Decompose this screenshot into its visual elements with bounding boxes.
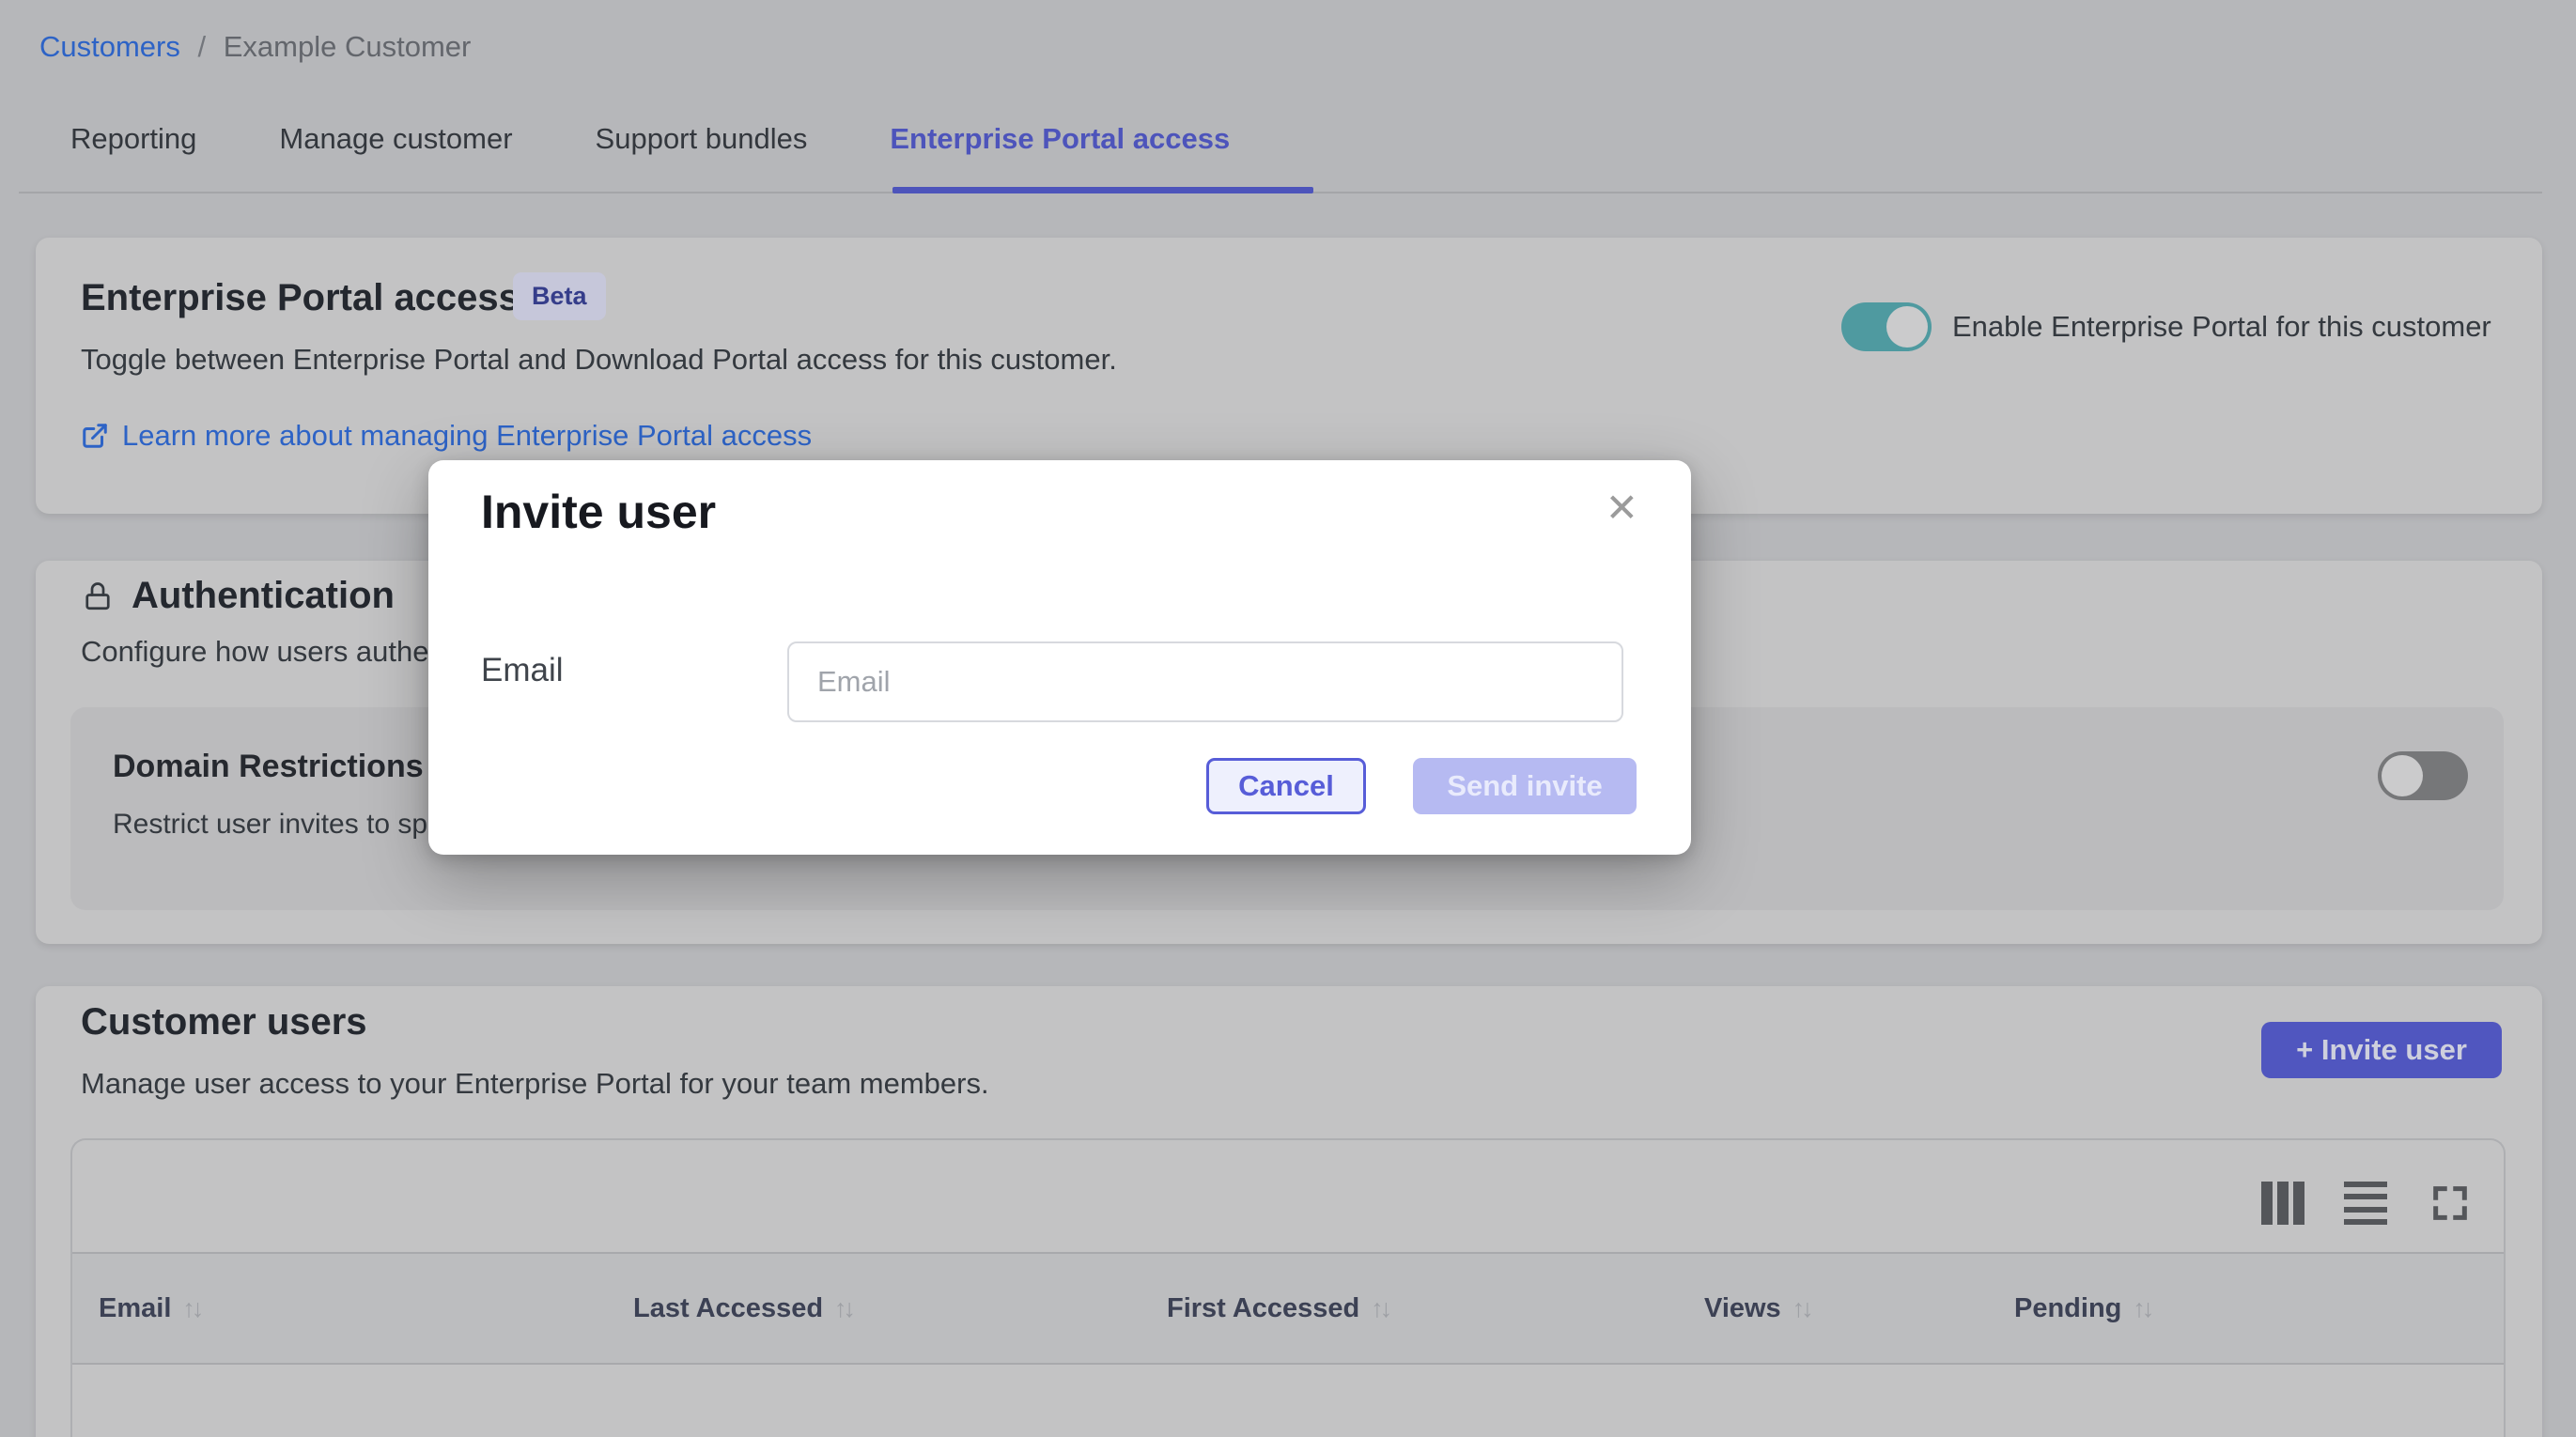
- column-label: Views: [1704, 1293, 1781, 1324]
- send-invite-button[interactable]: Send invite: [1413, 758, 1637, 814]
- breadcrumb-customers-link[interactable]: Customers: [39, 30, 180, 63]
- row-density-icon[interactable]: [2344, 1182, 2387, 1225]
- learn-more-label: Learn more about managing Enterprise Por…: [122, 419, 812, 453]
- lock-icon: [81, 579, 115, 613]
- breadcrumb-separator: /: [198, 30, 207, 63]
- modal-title: Invite user: [481, 485, 716, 539]
- portal-toggle-row: Enable Enterprise Portal for this custom…: [1841, 302, 2491, 351]
- learn-more-link[interactable]: Learn more about managing Enterprise Por…: [81, 419, 812, 453]
- beta-badge: Beta: [513, 272, 606, 320]
- table-toolbar: [72, 1140, 2504, 1252]
- table-header-row: Email ↑↓ Last Accessed ↑↓ First Accessed…: [72, 1252, 2504, 1365]
- cancel-button[interactable]: Cancel: [1206, 758, 1366, 814]
- sort-icon[interactable]: ↑↓: [182, 1294, 200, 1323]
- enable-portal-toggle-label: Enable Enterprise Portal for this custom…: [1952, 310, 2491, 344]
- portal-access-title: Enterprise Portal access: [81, 277, 520, 319]
- customer-users-table: Email ↑↓ Last Accessed ↑↓ First Accessed…: [70, 1138, 2506, 1437]
- customer-users-description: Manage user access to your Enterprise Po…: [81, 1067, 989, 1101]
- portal-access-description: Toggle between Enterprise Portal and Dow…: [81, 343, 1117, 377]
- tab-enterprise-portal-access[interactable]: Enterprise Portal access: [890, 122, 1230, 156]
- table-empty-row: No users installed: [72, 1367, 2504, 1437]
- email-field[interactable]: [787, 641, 1623, 722]
- sort-icon[interactable]: ↑↓: [1792, 1294, 1810, 1323]
- column-header-email[interactable]: Email ↑↓: [99, 1254, 200, 1363]
- breadcrumb-current: Example Customer: [224, 30, 472, 63]
- tab-support-bundles[interactable]: Support bundles: [596, 122, 808, 156]
- tab-manage-customer[interactable]: Manage customer: [279, 122, 512, 156]
- tab-reporting[interactable]: Reporting: [70, 122, 196, 156]
- close-icon[interactable]: ✕: [1606, 488, 1638, 528]
- external-link-icon: [81, 422, 109, 450]
- domain-restrictions-title: Domain Restrictions: [113, 749, 424, 785]
- domain-restrictions-toggle[interactable]: [2378, 751, 2468, 800]
- tab-bar: Reporting Manage customer Support bundle…: [70, 122, 1230, 156]
- breadcrumb: Customers / Example Customer: [39, 30, 471, 64]
- column-header-pending[interactable]: Pending ↑↓: [2014, 1254, 2150, 1363]
- fullscreen-icon[interactable]: [2429, 1182, 2472, 1225]
- sort-icon[interactable]: ↑↓: [1371, 1294, 1389, 1323]
- columns-icon[interactable]: [2261, 1182, 2304, 1225]
- invite-user-modal: Invite user ✕ Email Cancel Send invite: [428, 460, 1691, 855]
- email-label: Email: [481, 652, 564, 689]
- invite-user-button[interactable]: + Invite user: [2261, 1022, 2502, 1078]
- authentication-header: Authentication: [81, 575, 395, 617]
- toggle-knob: [1886, 306, 1928, 348]
- authentication-title: Authentication: [132, 575, 395, 617]
- column-header-views[interactable]: Views ↑↓: [1704, 1254, 1810, 1363]
- toggle-knob: [2382, 755, 2423, 796]
- column-header-first-accessed[interactable]: First Accessed ↑↓: [1167, 1254, 1389, 1363]
- sort-icon[interactable]: ↑↓: [834, 1294, 852, 1323]
- enable-portal-toggle[interactable]: [1841, 302, 1932, 351]
- column-label: First Accessed: [1167, 1293, 1359, 1324]
- sort-icon[interactable]: ↑↓: [2133, 1294, 2150, 1323]
- active-tab-underline: [892, 187, 1313, 193]
- customer-detail-page: Customers / Example Customer Reporting M…: [0, 0, 2576, 1437]
- column-label: Last Accessed: [633, 1293, 823, 1324]
- customer-users-title: Customer users: [81, 1001, 367, 1043]
- column-label: Pending: [2014, 1293, 2121, 1324]
- column-label: Email: [99, 1293, 171, 1324]
- column-header-last-accessed[interactable]: Last Accessed ↑↓: [633, 1254, 852, 1363]
